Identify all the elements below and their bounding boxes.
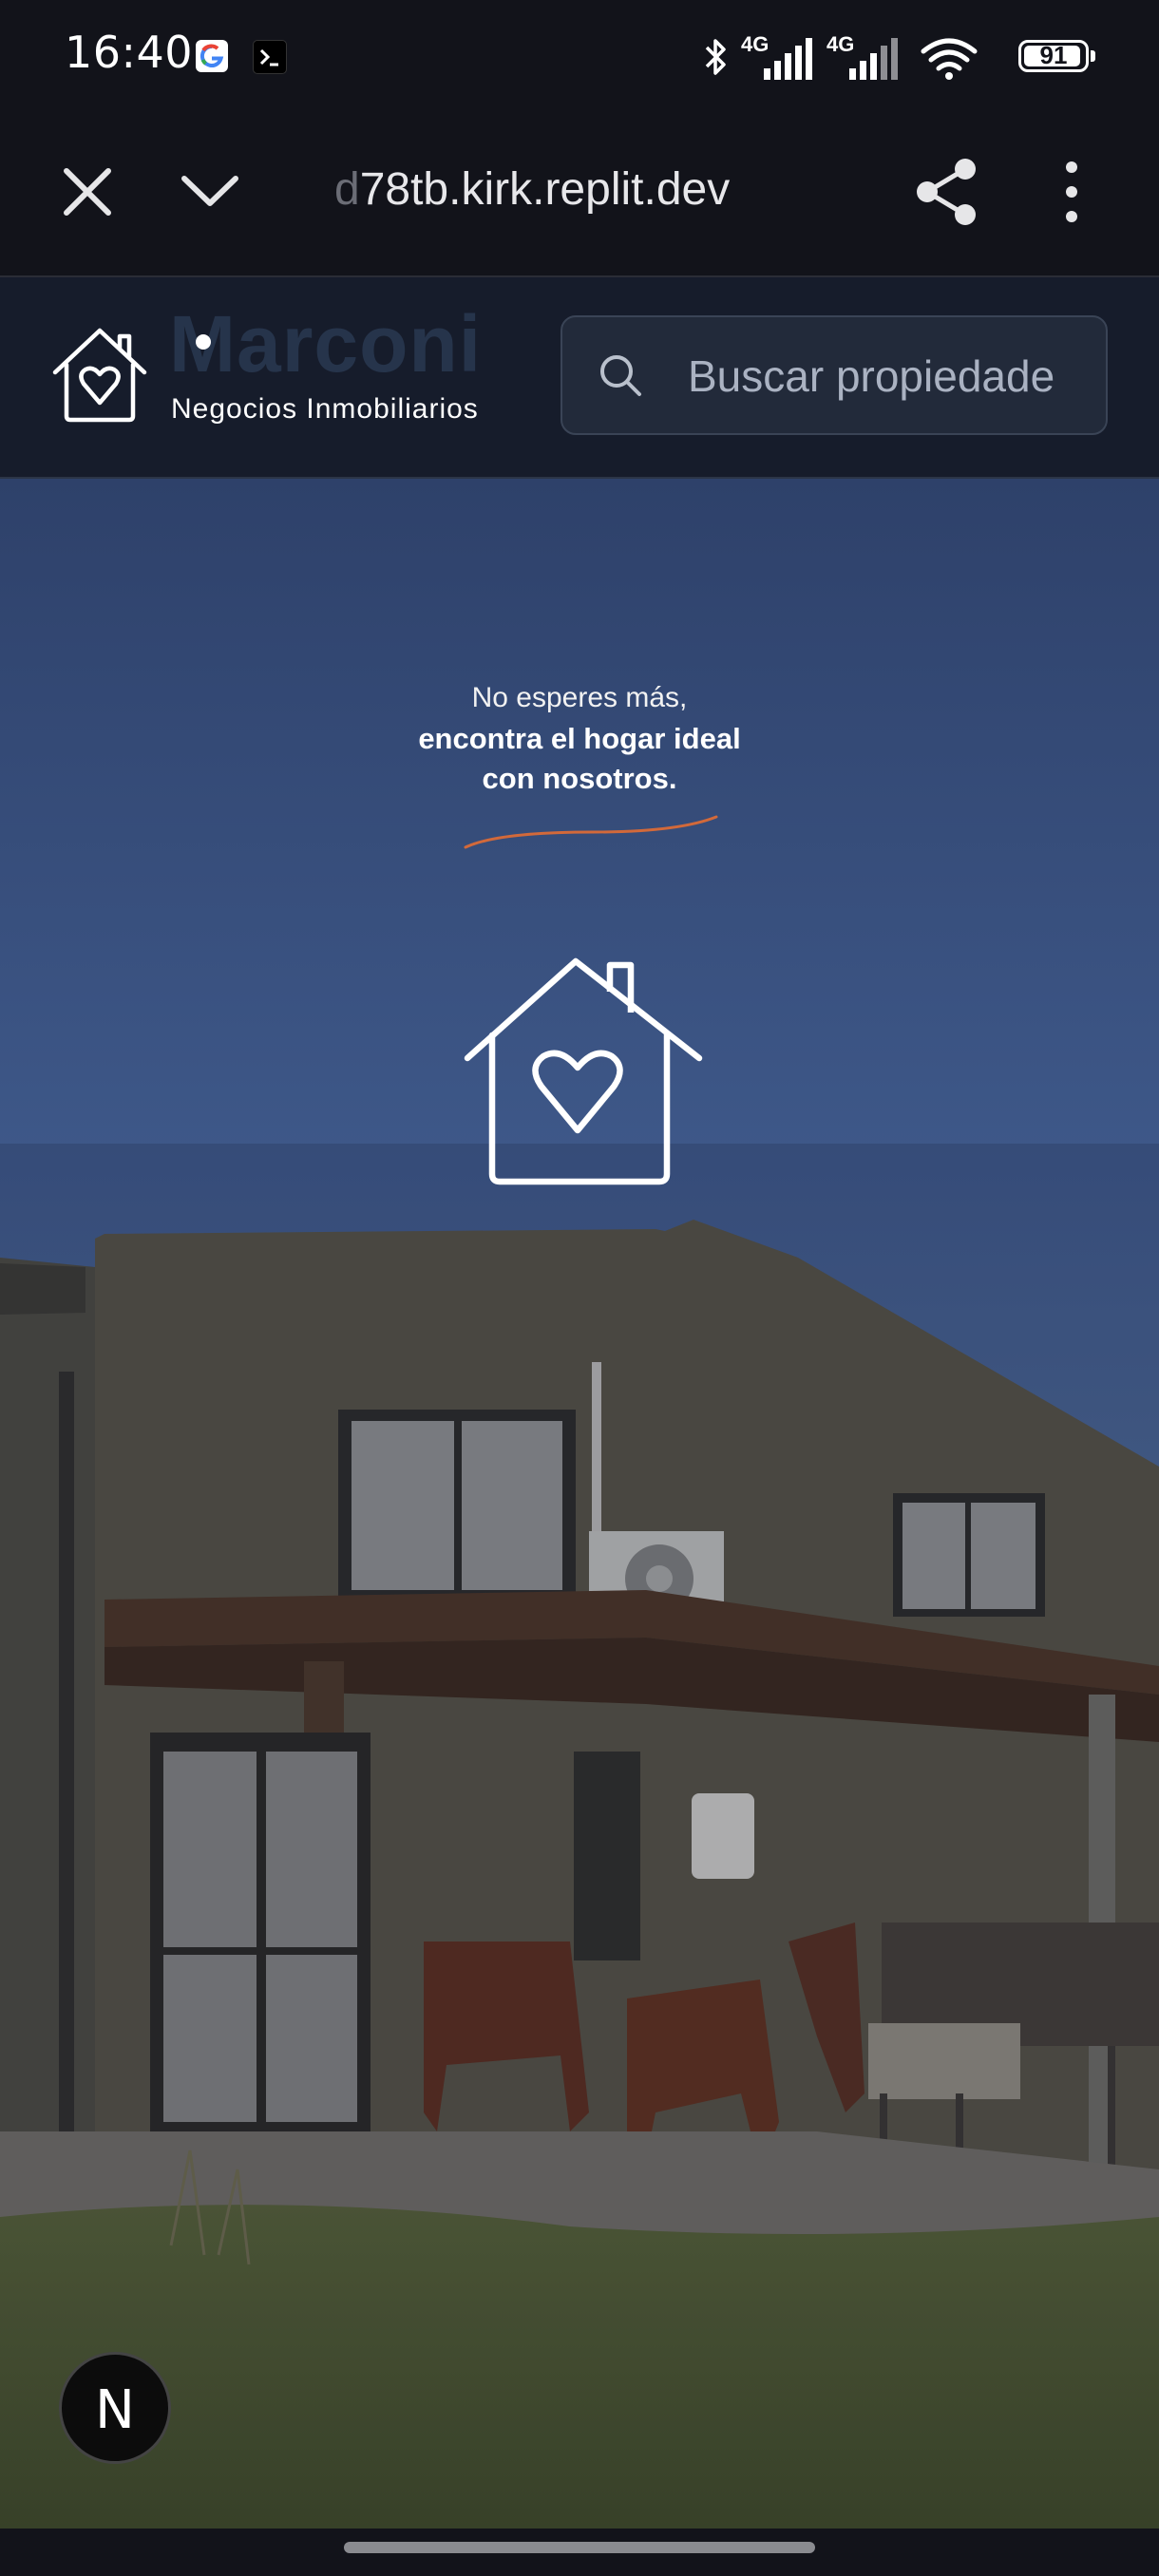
share-icon (917, 159, 976, 225)
url-text: 78tb.kirk.replit.dev (359, 164, 731, 215)
signal-icon-2: 4G (826, 32, 902, 85)
hero-title-line-2: con nosotros. (482, 762, 677, 795)
hero-subtitle: No esperes más, (471, 682, 688, 713)
url-prefix: d (334, 164, 360, 215)
site-header: Marconi Negocios Inmobiliarios (0, 277, 1159, 479)
chevron-down-icon (181, 176, 238, 206)
terminal-icon (253, 40, 287, 74)
house-heart-icon (464, 957, 703, 1185)
brand-tagline: Negocios Inmobiliarios (171, 393, 479, 425)
signal-icon: 4G (741, 32, 817, 85)
close-icon (64, 168, 111, 216)
home-gesture-handle[interactable] (344, 2542, 815, 2553)
hero-section: No esperes más, encontra el hogar ideal … (0, 479, 1159, 2529)
wifi-icon (921, 38, 978, 80)
battery-level: 91 (1039, 41, 1068, 69)
share-button[interactable] (914, 156, 980, 228)
hero-title-line-1: encontra el hogar ideal (418, 722, 741, 755)
search-input[interactable] (686, 344, 1108, 408)
system-navigation-bar (0, 2529, 1159, 2576)
bluetooth-icon (705, 39, 726, 75)
status-bar: 16:40 4G 4G 91 (0, 0, 1159, 114)
status-time: 16:40 (65, 27, 194, 78)
search-box[interactable] (560, 315, 1108, 435)
search-icon (600, 355, 641, 396)
battery-icon: 91 (1018, 40, 1095, 72)
house-heart-logo-icon (52, 328, 147, 423)
more-options-button[interactable] (1045, 156, 1098, 228)
brand-dot (196, 334, 211, 350)
minimize-button[interactable] (177, 161, 243, 222)
hero-underline-stroke (464, 815, 718, 849)
nextjs-dev-badge[interactable]: N (59, 2352, 171, 2464)
brand-name: Marconi (169, 299, 483, 388)
logo-link[interactable] (49, 325, 150, 426)
url-bar[interactable]: d78tb.kirk.replit.dev (334, 163, 730, 216)
badge-label: N (95, 2379, 135, 2441)
more-vertical-icon (1066, 161, 1077, 222)
browser-toolbar: d78tb.kirk.replit.dev (0, 114, 1159, 277)
close-tab-button[interactable] (57, 161, 118, 222)
google-icon (196, 40, 228, 72)
